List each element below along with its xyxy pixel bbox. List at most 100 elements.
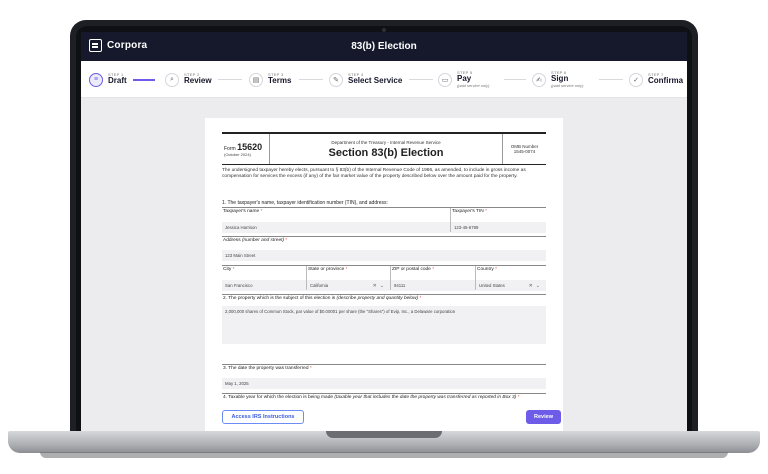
field-label: Country bbox=[477, 267, 494, 272]
required-mark: * bbox=[485, 209, 487, 214]
field-hint: (taxable year that includes the date the… bbox=[334, 395, 517, 400]
required-mark: * bbox=[285, 238, 288, 243]
form-id: Form 15620 (October 2024) bbox=[222, 134, 270, 164]
list-icon: ≡ bbox=[89, 72, 103, 87]
city-field[interactable]: City * San Francisco bbox=[222, 266, 306, 291]
chevron-down-icon[interactable]: ⌄ bbox=[380, 283, 387, 289]
laptop-base-shadow bbox=[40, 452, 728, 458]
check-icon: ✓ bbox=[629, 72, 643, 87]
city-input[interactable]: San Francisco bbox=[222, 280, 306, 291]
address-field[interactable]: Address (number and street) * 123 Main S… bbox=[222, 236, 546, 261]
taxpayer-name-input[interactable]: Jessica Harrison bbox=[222, 222, 450, 233]
top-bar: Corpora 83(b) Election bbox=[81, 32, 687, 61]
step-sign[interactable]: ✍ STEP 6 Sign (paid service only) bbox=[532, 61, 583, 98]
step-connector bbox=[409, 79, 433, 80]
card-icon: ▭ bbox=[438, 72, 452, 87]
signature-icon: ✍ bbox=[532, 72, 546, 87]
step-connector bbox=[599, 79, 623, 80]
question-3: 3. The date the property was transferred bbox=[223, 366, 309, 371]
field-value: 2,000,000 shares of Common Stock, par va… bbox=[225, 309, 456, 314]
step-subtitle: (paid service only) bbox=[551, 82, 584, 88]
step-connector bbox=[218, 79, 242, 80]
country-select[interactable]: United States ✕⌄ bbox=[476, 280, 546, 291]
screen: Corpora 83(b) Election ≡ STEP 1 Draft ⌕ S… bbox=[81, 32, 687, 431]
required-mark: * bbox=[345, 267, 348, 272]
document-icon: ▤ bbox=[249, 72, 263, 87]
review-button[interactable]: Review bbox=[526, 410, 561, 424]
transfer-date-field[interactable]: 3. The date the property was transferred… bbox=[222, 364, 546, 389]
field-value: Jessica Harrison bbox=[225, 225, 257, 230]
intro-text: The undersigned taxpayer hereby elects, … bbox=[222, 168, 526, 180]
form-title: Section 83(b) Election bbox=[328, 146, 444, 159]
question-4: 4. Taxable year for which the election i… bbox=[223, 395, 334, 400]
step-draft[interactable]: ≡ STEP 1 Draft bbox=[89, 61, 127, 98]
field-hint: (describe property and quantity below) bbox=[336, 296, 419, 301]
field-label: State or province bbox=[308, 267, 345, 272]
step-label: Review bbox=[184, 76, 212, 86]
search-icon: ⌕ bbox=[165, 72, 179, 87]
state-field[interactable]: State or province * California ✕⌄ bbox=[307, 266, 390, 291]
access-irs-instructions-button[interactable]: Access IRS Instructions bbox=[222, 410, 304, 424]
required-mark: * bbox=[309, 366, 312, 371]
step-pay[interactable]: ▭ STEP 5 Pay (paid service only) bbox=[438, 61, 489, 98]
pen-icon: ✎ bbox=[329, 72, 343, 87]
required-mark: * bbox=[495, 267, 498, 272]
required-mark: * bbox=[232, 267, 235, 272]
step-review[interactable]: ⌕ STEP 2 Review bbox=[165, 61, 212, 98]
field-label: Taxpayer's TIN bbox=[452, 209, 484, 214]
laptop-notch bbox=[326, 431, 442, 438]
step-confirmation[interactable]: ✓ STEP 7 Confirma bbox=[629, 61, 683, 98]
clear-icon[interactable]: ✕ bbox=[529, 283, 536, 289]
field-value: 123-45-6789 bbox=[454, 225, 479, 230]
zip-field[interactable]: ZIP or postal code * 94111 bbox=[391, 266, 475, 291]
chevron-down-icon[interactable]: ⌄ bbox=[536, 283, 543, 289]
property-field[interactable]: 2. The property which is the subject of … bbox=[222, 294, 546, 344]
question-1: 1. The taxpayer's name, taxpayer identif… bbox=[222, 200, 388, 206]
form-title-block: Department of the Treasury - Internal Re… bbox=[270, 134, 502, 164]
property-textarea[interactable]: 2,000,000 shares of Common Stock, par va… bbox=[222, 306, 546, 344]
country-field[interactable]: Country * United States ✕⌄ bbox=[476, 266, 546, 291]
form-header: Form 15620 (October 2024) Department of … bbox=[222, 132, 546, 165]
required-mark: * bbox=[432, 267, 435, 272]
field-label: Taxpayer's name bbox=[223, 209, 260, 214]
required-mark: * bbox=[517, 395, 520, 400]
step-connector bbox=[504, 79, 526, 80]
field-value: 123 Main Street bbox=[225, 253, 256, 258]
step-label: Confirma bbox=[648, 76, 684, 86]
taxable-year-field[interactable]: 4. Taxable year for which the election i… bbox=[222, 393, 546, 407]
department-label: Department of the Treasury - Internal Re… bbox=[331, 139, 441, 145]
step-connector bbox=[133, 79, 155, 81]
required-mark: * bbox=[419, 296, 422, 301]
form-number: 15620 bbox=[237, 141, 263, 152]
tin-field[interactable]: Taxpayer's TIN * 123-45-6789 bbox=[451, 208, 546, 233]
field-value: 94111 bbox=[394, 283, 406, 288]
required-mark: * bbox=[260, 209, 263, 214]
field-value: United States bbox=[479, 283, 505, 288]
state-select[interactable]: California ✕⌄ bbox=[307, 280, 390, 291]
question-2: 2. The property which is the subject of … bbox=[223, 296, 336, 301]
step-select-service[interactable]: ✎ STEP 4 Select Service bbox=[329, 61, 402, 98]
city-state-zip-row: City * San Francisco State or province *… bbox=[222, 265, 546, 291]
omb-number: 1545-0074 bbox=[513, 149, 536, 154]
step-connector bbox=[299, 79, 323, 80]
stepper: ≡ STEP 1 Draft ⌕ STEP 2 Review ▤ STEP 3 Ter… bbox=[81, 61, 687, 98]
omb-block: OMB Number 1545-0074 bbox=[502, 134, 546, 164]
step-subtitle: (paid service only) bbox=[457, 82, 490, 88]
page-title: 83(b) Election bbox=[351, 41, 417, 52]
field-label: City bbox=[223, 267, 232, 272]
field-value: May 1, 2025 bbox=[225, 381, 249, 386]
zip-input[interactable]: 94111 bbox=[391, 280, 475, 291]
form-83b: Form 15620 (October 2024) Department of … bbox=[205, 118, 563, 431]
name-tin-row: Taxpayer's name * Jessica Harrison Taxpa… bbox=[222, 207, 546, 233]
clear-icon[interactable]: ✕ bbox=[373, 283, 380, 289]
field-hint: (number and street) bbox=[241, 238, 285, 243]
address-input[interactable]: 123 Main Street bbox=[222, 250, 546, 261]
step-terms[interactable]: ▤ STEP 3 Terms bbox=[249, 61, 291, 98]
field-value: San Francisco bbox=[225, 283, 253, 288]
step-label: Select Service bbox=[348, 76, 403, 86]
taxpayer-name-field[interactable]: Taxpayer's name * Jessica Harrison bbox=[222, 208, 450, 233]
field-value: California bbox=[310, 283, 329, 288]
transfer-date-input[interactable]: May 1, 2025 bbox=[222, 378, 546, 389]
step-label: Terms bbox=[268, 76, 292, 86]
tin-input[interactable]: 123-45-6789 bbox=[451, 222, 546, 233]
